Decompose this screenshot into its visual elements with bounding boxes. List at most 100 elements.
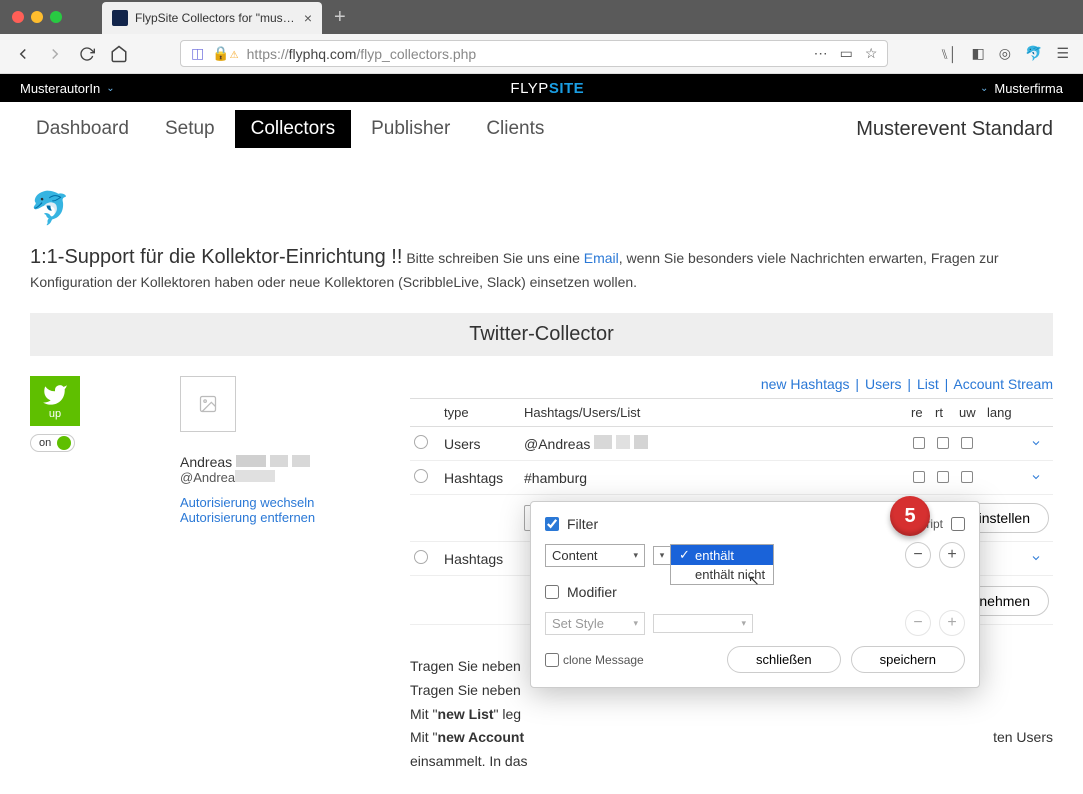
page-actions-icon[interactable]: ⋯ (814, 45, 828, 62)
url-input[interactable]: ◫ 🔒⚠ https://flyphq.com/flyp_collectors.… (180, 40, 888, 67)
nav-clients[interactable]: Clients (470, 110, 560, 148)
list-link[interactable]: List (917, 376, 939, 392)
reader-icon[interactable]: ▭ (840, 45, 853, 62)
add-modifier-button[interactable]: + (939, 610, 965, 636)
org-name: Musterfirma (994, 81, 1063, 96)
row-radio[interactable] (414, 469, 428, 483)
tab-favicon-icon (112, 10, 128, 26)
row-radio[interactable] (414, 435, 428, 449)
chevron-down-icon: ⌄ (106, 83, 114, 94)
script-checkbox[interactable] (951, 517, 965, 531)
user-menu[interactable]: MusterautorIn ⌄ (20, 81, 115, 96)
remove-filter-button[interactable]: − (905, 542, 931, 568)
nav-publisher[interactable]: Publisher (355, 110, 466, 148)
dolphin-ext-icon[interactable]: 🐬 (1025, 45, 1042, 62)
th-rt: rt (931, 399, 955, 427)
dolphin-icon: 🐬 (30, 184, 70, 232)
step-badge: 5 (890, 496, 930, 536)
window-titlebar: FlypSite Collectors for "musterf × + (0, 0, 1083, 34)
modifier-label: Modifier (567, 584, 617, 600)
close-button[interactable]: schließen (727, 646, 841, 673)
profile-image (180, 376, 236, 432)
row-radio[interactable] (414, 550, 428, 564)
modifier-checkbox[interactable] (545, 585, 559, 599)
event-name: Musterevent Standard (856, 118, 1063, 141)
account-stream-link[interactable]: Account Stream (953, 376, 1053, 392)
tab-close-icon[interactable]: × (304, 10, 312, 26)
collector-status: up (49, 408, 61, 420)
browser-toolbar: ◫ 🔒⚠ https://flyphq.com/flyp_collectors.… (0, 34, 1083, 74)
condition-dropdown: ✓enthält enthält nicht (670, 544, 774, 585)
row-value: @Andreas (520, 427, 907, 461)
nav-setup[interactable]: Setup (149, 110, 231, 148)
collector-toggle[interactable]: on (30, 434, 75, 452)
expand-row-icon[interactable] (1027, 436, 1045, 452)
nav-collectors[interactable]: Collectors (235, 110, 351, 148)
clone-checkbox[interactable] (545, 653, 559, 667)
shield-icon: ◫ (191, 45, 204, 62)
support-banner: 🐬 1:1-Support für die Kollektor-Einricht… (30, 184, 1053, 293)
th-type: type (440, 399, 520, 427)
uw-checkbox[interactable] (961, 437, 973, 449)
rt-checkbox[interactable] (937, 471, 949, 483)
condition-select[interactable]: ▾ (653, 546, 671, 565)
twitter-collector-button[interactable]: up (30, 376, 80, 426)
content-select[interactable]: Content▾ (545, 544, 645, 567)
setstyle-select[interactable]: Set Style▾ (545, 612, 645, 635)
new-tab-button[interactable]: + (334, 6, 346, 29)
add-filter-button[interactable]: + (939, 542, 965, 568)
browser-tab[interactable]: FlypSite Collectors for "musterf × (102, 2, 322, 34)
save-button[interactable]: speichern (851, 646, 965, 673)
url-text: https://flyphq.com/flyp_collectors.php (247, 46, 477, 62)
dropdown-option-not-contains[interactable]: enthält nicht (671, 565, 773, 584)
th-hul: Hashtags/Users/List (520, 399, 907, 427)
chevron-down-icon: ⌄ (980, 83, 988, 94)
auth-change-link[interactable]: Autorisierung wechseln (180, 495, 314, 510)
library-icon[interactable]: ⑊│ (940, 46, 957, 62)
twitter-icon (42, 382, 68, 408)
window-minimize-icon[interactable] (31, 11, 43, 23)
row-type: Hashtags (440, 542, 520, 576)
caret-icon: ▾ (741, 618, 746, 629)
email-link[interactable]: Email (584, 250, 619, 266)
row-type: Users (440, 427, 520, 461)
expand-row-icon[interactable] (1027, 551, 1045, 567)
caret-icon: ▾ (633, 550, 638, 561)
tab-title: FlypSite Collectors for "musterf (135, 11, 297, 25)
remove-modifier-button[interactable]: − (905, 610, 931, 636)
reload-button[interactable] (78, 45, 96, 63)
expand-row-icon[interactable] (1027, 470, 1045, 486)
toggle-indicator-icon (57, 436, 71, 450)
dropdown-option-contains[interactable]: ✓enthält (671, 545, 773, 565)
re-checkbox[interactable] (913, 437, 925, 449)
home-button[interactable] (110, 45, 128, 63)
toggle-label: on (39, 437, 51, 449)
support-headline: 1:1-Support für die Kollektor-Einrichtun… (30, 246, 402, 268)
th-lang: lang (983, 399, 1023, 427)
sidebar-icon[interactable]: ◧ (972, 45, 985, 62)
menu-icon[interactable]: ☰ (1056, 45, 1069, 62)
window-zoom-icon[interactable] (50, 11, 62, 23)
clone-label: clone Message (563, 653, 644, 667)
re-checkbox[interactable] (913, 471, 925, 483)
uw-checkbox[interactable] (961, 471, 973, 483)
profile-name: Andreas (180, 454, 380, 470)
app-header: MusterautorIn ⌄ FLYPSITE ⌄ Musterfirma (0, 74, 1083, 102)
window-close-icon[interactable] (12, 11, 24, 23)
new-hashtags-link[interactable]: new Hashtags (761, 376, 850, 392)
row-type: Hashtags (440, 461, 520, 495)
modifier-value-select[interactable]: ▾ (653, 614, 753, 633)
back-button[interactable] (14, 45, 32, 63)
auth-remove-link[interactable]: Autorisierung entfernen (180, 510, 315, 525)
forward-button[interactable] (46, 45, 64, 63)
filter-checkbox[interactable] (545, 517, 559, 531)
table-row: Users @Andreas (410, 427, 1053, 461)
bookmark-icon[interactable]: ☆ (865, 45, 878, 62)
users-link[interactable]: Users (865, 376, 902, 392)
profile-handle: @Andrea (180, 470, 380, 485)
account-icon[interactable]: ◎ (999, 45, 1011, 62)
nav-dashboard[interactable]: Dashboard (20, 110, 145, 148)
org-menu[interactable]: ⌄ Musterfirma (980, 81, 1063, 96)
table-row: Hashtags #hamburg (410, 461, 1053, 495)
rt-checkbox[interactable] (937, 437, 949, 449)
